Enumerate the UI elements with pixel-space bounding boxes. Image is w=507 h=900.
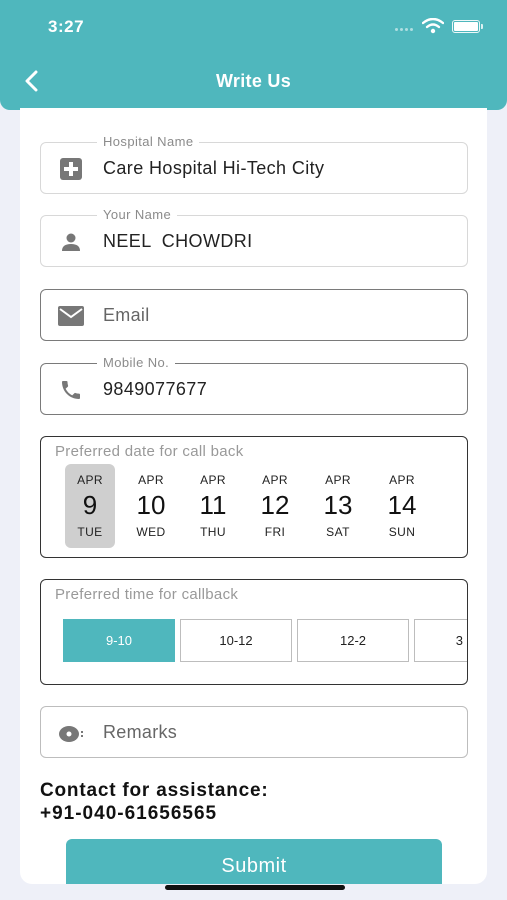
nav-bar: Write Us — [0, 52, 507, 110]
date-weekday: SUN — [388, 525, 416, 539]
date-option-11[interactable]: APR 11 THU — [188, 464, 238, 548]
page-title: Write Us — [215, 71, 292, 91]
date-picker: Preferred date for call back APR 9 TUE A… — [40, 436, 468, 558]
date-month: APR — [389, 473, 415, 487]
date-month: APR — [138, 473, 164, 487]
submit-button[interactable]: Submit — [66, 839, 442, 884]
date-option-10[interactable]: APR 10 WED — [126, 464, 176, 548]
battery-tip — [481, 24, 483, 29]
hospital-name-field[interactable]: Hospital Name Care Hospital Hi-Tech City — [40, 134, 468, 194]
date-day: 12 — [260, 490, 290, 520]
date-weekday: FRI — [264, 525, 286, 539]
date-month: APR — [200, 473, 226, 487]
hospital-plus-icon — [57, 156, 85, 182]
cellular-signal-icon — [395, 28, 415, 31]
home-indicator — [165, 885, 345, 890]
date-day: 9 — [82, 490, 98, 520]
your-name-value: NEEL CHOWDRI — [103, 231, 253, 251]
date-weekday: TUE — [77, 525, 103, 539]
time-picker: Preferred time for callback 9-10 10-12 1… — [40, 579, 468, 685]
form-card: Hospital Name Care Hospital Hi-Tech City… — [20, 108, 487, 884]
status-time: 3:27 — [48, 17, 85, 36]
time-slot-3[interactable]: 3 — [414, 619, 467, 662]
date-day: 11 — [199, 490, 227, 520]
date-day: 13 — [323, 490, 353, 520]
contact-phone[interactable]: +91-040-61656565 — [40, 803, 217, 825]
hospital-name-label: Hospital Name — [97, 134, 200, 149]
remarks-placeholder: Remarks — [103, 722, 178, 742]
comment-icon — [57, 720, 85, 746]
your-name-label: Your Name — [97, 207, 178, 222]
status-bar: 3:27 — [0, 0, 507, 52]
time-slot-9-10[interactable]: 9-10 — [63, 619, 175, 662]
date-month: APR — [325, 473, 351, 487]
time-picker-label: Preferred time for callback — [55, 586, 239, 603]
mobile-value: 9849077677 — [103, 379, 208, 399]
phone-icon — [57, 377, 85, 403]
email-placeholder: Email — [103, 305, 150, 325]
date-option-14[interactable]: APR 14 SUN — [377, 464, 427, 548]
mobile-field[interactable]: Mobile No. 9849077677 — [40, 355, 468, 415]
wifi-icon — [422, 18, 444, 34]
date-option-9[interactable]: APR 9 TUE — [65, 464, 115, 548]
time-slot-10-12[interactable]: 10-12 — [180, 619, 292, 662]
date-picker-label: Preferred date for call back — [55, 443, 244, 460]
email-field[interactable]: Email — [40, 289, 468, 341]
date-weekday: SAT — [326, 525, 350, 539]
your-name-field[interactable]: Your Name NEEL CHOWDRI — [40, 207, 468, 267]
contact-title: Contact for assistance: — [40, 780, 269, 801]
mobile-label: Mobile No. — [97, 355, 176, 370]
date-weekday: THU — [200, 525, 226, 539]
time-slot-12-2[interactable]: 12-2 — [297, 619, 409, 662]
date-option-13[interactable]: APR 13 SAT — [313, 464, 363, 548]
date-option-12[interactable]: APR 12 FRI — [250, 464, 300, 548]
person-icon — [57, 229, 85, 255]
hospital-name-value: Care Hospital Hi-Tech City — [103, 158, 325, 178]
envelope-icon — [57, 303, 85, 329]
remarks-field[interactable]: Remarks — [40, 706, 468, 758]
battery-icon — [452, 20, 480, 33]
date-day: 10 — [136, 490, 166, 520]
date-weekday: WED — [136, 525, 166, 539]
date-month: APR — [262, 473, 288, 487]
date-day: 14 — [387, 490, 417, 520]
date-month: APR — [77, 473, 103, 487]
